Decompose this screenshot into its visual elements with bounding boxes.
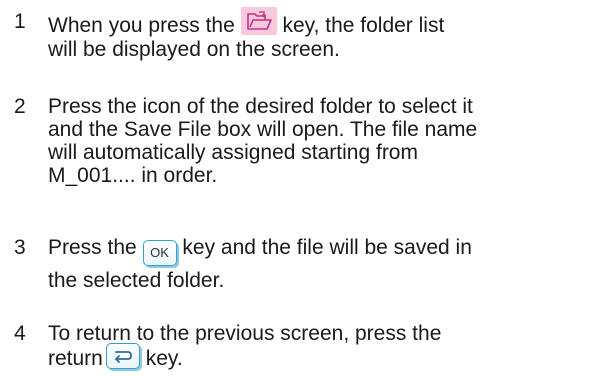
return-icon [114, 351, 132, 363]
step-3: 3 Press the OK key and the file will be … [14, 236, 604, 292]
step-line: Press the icon of the desired folder to … [48, 95, 473, 118]
step-number: 4 [14, 322, 26, 345]
ok-key: OK [142, 240, 177, 266]
step-text: Press the OK key and the file will be sa… [48, 236, 604, 292]
step-text-before-key: return [48, 347, 103, 370]
step-2: 2 Press the icon of the desired folder t… [14, 95, 604, 187]
step-text-after-key: key and the file will be saved in [176, 236, 472, 259]
step-text-before-key: When you press the [48, 14, 235, 37]
step-number: 2 [14, 95, 26, 118]
folder-open-key [240, 7, 277, 35]
step-text: Press the icon of the desired folder to … [48, 95, 604, 187]
step-line: will be displayed on the screen. [48, 38, 340, 61]
step-line: To return to the previous screen, press … [48, 322, 442, 345]
step-text-after-key: key, the folder list [276, 14, 445, 37]
step-line: will automatically assigned starting fro… [48, 141, 418, 164]
step-line: and the Save File box will open. The fil… [48, 118, 478, 141]
step-line: Press the OK key and the file will be sa… [48, 236, 604, 269]
step-text: When you press the key, the folder list … [48, 7, 604, 61]
step-number: 3 [14, 236, 26, 259]
folder-open-icon [246, 11, 272, 30]
step-line: return key. [48, 343, 604, 371]
step-text-before-key: Press the [48, 236, 137, 259]
step-line: M_001.... in order. [48, 164, 218, 187]
step-4: 4 To return to the previous screen, pres… [14, 322, 604, 372]
step-1: 1 When you press the key, the folder lis… [14, 7, 604, 61]
step-text: To return to the previous screen, press … [48, 322, 604, 371]
return-key [105, 343, 140, 369]
step-number: 1 [14, 10, 26, 33]
step-text-after-key: key. [139, 347, 183, 370]
step-line: the selected folder. [48, 269, 225, 292]
step-line: When you press the key, the folder list [48, 7, 604, 38]
